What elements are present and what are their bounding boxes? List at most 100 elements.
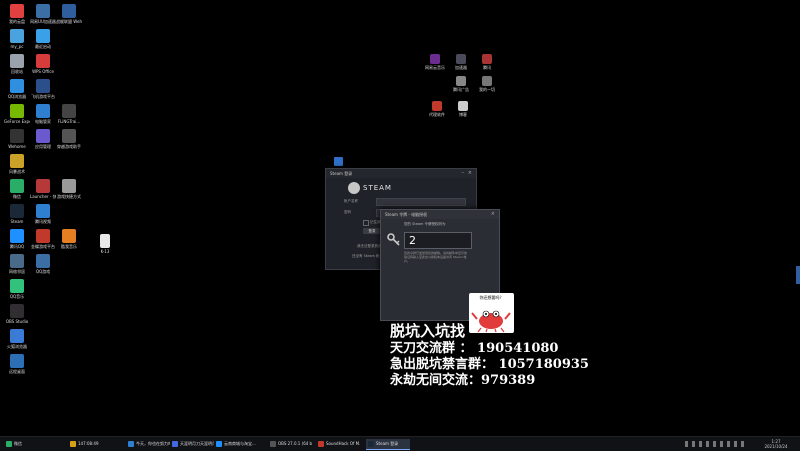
desktop-icon[interactable]: 加速器 bbox=[448, 54, 474, 70]
right-edge-handle[interactable] bbox=[796, 266, 800, 284]
desktop-icon[interactable]: my_pc bbox=[4, 29, 30, 49]
taskbar-button-label: 云南商城与淘宝... bbox=[224, 441, 256, 446]
taskbar-button[interactable]: SoundHack Of M... bbox=[316, 439, 360, 449]
desktop-icon-label: 酷我音乐 bbox=[61, 244, 77, 249]
dialog-title: Steam 令牌 - 电脑授权 bbox=[385, 212, 428, 217]
desktop-icon[interactable]: 金蝶游戏平台 bbox=[30, 229, 56, 249]
app-icon bbox=[36, 29, 50, 43]
desktop-icon-label: 我的一切 bbox=[479, 87, 495, 92]
desktop-icon[interactable]: 风暴战术 bbox=[4, 154, 30, 174]
desktop-icon[interactable]: Wehome bbox=[4, 129, 30, 149]
app-icon bbox=[36, 254, 50, 268]
start-label: 微信 bbox=[14, 441, 22, 446]
app-icon bbox=[36, 129, 50, 143]
app-icon bbox=[432, 101, 442, 111]
desktop-icon[interactable]: Steam bbox=[4, 204, 30, 224]
app-icon bbox=[172, 441, 178, 447]
desktop-icon[interactable]: 网络邻居 bbox=[4, 254, 30, 274]
app-icon bbox=[10, 279, 24, 293]
desktop-icon[interactable]: GeForce Experience bbox=[4, 104, 30, 124]
desktop-file-k13[interactable]: K-13 bbox=[92, 234, 118, 254]
desktop-icon[interactable]: QQ音乐 bbox=[4, 279, 30, 299]
desktop-icon-label: OBS Studio bbox=[5, 319, 29, 324]
steam-taskbar-floating-icon[interactable] bbox=[334, 157, 343, 166]
desktop-icon[interactable]: 火狐浏览器 bbox=[4, 329, 30, 349]
app-icon bbox=[62, 4, 76, 18]
app-icon bbox=[10, 204, 24, 218]
desktop-icon-label: 回收站 bbox=[11, 69, 23, 74]
close-icon[interactable]: × bbox=[468, 169, 472, 178]
desktop-icon[interactable]: 腾讯 bbox=[474, 54, 500, 70]
overlay-line-4: 永劫无间交流：979389 bbox=[390, 373, 536, 388]
taskbar-button[interactable]: 今天，你也在努力吗? bbox=[126, 439, 170, 449]
desktop-icon-label: 火狐浏览器 bbox=[7, 344, 27, 349]
wechat-taskbar-button[interactable]: 微信 bbox=[4, 439, 44, 449]
account-name-input[interactable] bbox=[376, 198, 466, 206]
desktop-icon[interactable]: 酷我音乐 bbox=[56, 229, 82, 249]
desktop-icon-label: Launcher - 快捷方式 bbox=[30, 194, 56, 199]
desktop-icon[interactable]: 博客 bbox=[450, 101, 476, 117]
desktop-icon[interactable]: Launcher - 快捷方式 bbox=[30, 179, 56, 199]
taskbar-button[interactable]: 天涯明月刀天涯明月... bbox=[170, 439, 214, 449]
desktop-icon[interactable]: 代理软件 bbox=[424, 101, 450, 117]
app-icon bbox=[36, 204, 50, 218]
app-icon bbox=[62, 229, 76, 243]
desktop-icon[interactable]: 我的云盘 bbox=[4, 4, 30, 24]
app-icon bbox=[482, 54, 492, 64]
desktop-icon[interactable]: 腾讯广告 bbox=[448, 76, 474, 92]
desktop-icon-label: 应用管理 bbox=[35, 144, 51, 149]
taskbar-button[interactable]: 云南商城与淘宝... bbox=[214, 439, 258, 449]
app-icon bbox=[36, 79, 50, 93]
desktop-icon[interactable]: 应用管理 bbox=[30, 129, 56, 149]
desktop-icon[interactable]: 远程桌面 bbox=[4, 354, 30, 374]
clock[interactable]: 1:27 2021/10/24 bbox=[758, 439, 794, 449]
system-tray[interactable] bbox=[685, 439, 755, 449]
minimize-icon[interactable]: – bbox=[462, 169, 465, 178]
desktop-icon-label: 飞机游戏平台 bbox=[31, 94, 55, 99]
app-icon bbox=[368, 441, 374, 447]
desktop-icon[interactable]: 穿越游戏助手 bbox=[56, 129, 82, 149]
remember-checkbox[interactable] bbox=[363, 220, 369, 226]
guard-subtitle: 您的 Steam 令牌授权码为 bbox=[404, 222, 446, 226]
desktop-icon[interactable]: QQ游戏 bbox=[30, 254, 56, 274]
desktop-icon-label: 网易UU加速器 bbox=[30, 19, 56, 24]
taskbar-button[interactable]: Steam 登录 bbox=[366, 439, 410, 450]
login-button[interactable]: 登录 bbox=[363, 228, 381, 234]
desktop-icon[interactable]: 微信 bbox=[4, 179, 30, 199]
app-icon bbox=[270, 441, 276, 447]
desktop-icon[interactable]: WPS Office bbox=[30, 54, 56, 74]
app-icon bbox=[10, 229, 24, 243]
desktop-icon[interactable]: 最近启动 bbox=[30, 29, 56, 49]
app-icon bbox=[36, 54, 50, 68]
app-icon bbox=[456, 76, 466, 86]
app-icon bbox=[10, 329, 24, 343]
close-icon[interactable]: × bbox=[491, 210, 495, 219]
desktop-icon[interactable]: 我的一切 bbox=[474, 76, 500, 92]
desktop-icon[interactable]: QQ浏览器 bbox=[4, 79, 30, 99]
desktop-icon[interactable]: 飞机游戏平台 bbox=[30, 79, 56, 99]
desktop-icon[interactable]: 游戏快捷方式 bbox=[56, 179, 82, 199]
desktop-icon-label: 加速器 bbox=[455, 65, 467, 70]
desktop-icon[interactable]: 电脑管家 bbox=[30, 104, 56, 124]
desktop-icon[interactable]: 腾讯QQ bbox=[4, 229, 30, 249]
auth-code-input[interactable]: 2 bbox=[404, 232, 472, 249]
desktop-icon-label: 最近启动 bbox=[35, 44, 51, 49]
desktop-icon-label: 金蝶游戏平台 bbox=[31, 244, 55, 249]
taskbar-button[interactable]: OBS 27.0.1 (64 bit)... bbox=[268, 439, 312, 449]
steam-login-titlebar[interactable]: Steam 登录 – × bbox=[326, 169, 476, 178]
desktop-icon-label: Wehome bbox=[8, 144, 26, 149]
desktop-icon[interactable]: 腾讯视频 bbox=[30, 204, 56, 224]
app-icon bbox=[10, 54, 24, 68]
desktop-icon[interactable]: 战舰联盟 Wehome bbox=[56, 4, 82, 24]
desktop-icon-label: 战舰联盟 Wehome bbox=[56, 19, 82, 24]
app-icon bbox=[10, 254, 24, 268]
steam-guard-titlebar[interactable]: Steam 令牌 - 电脑授权 × bbox=[381, 210, 499, 219]
desktop-icon[interactable]: OBS Studio bbox=[4, 304, 30, 324]
desktop-icon[interactable]: 回收站 bbox=[4, 54, 30, 74]
desktop-icon[interactable]: FLiNGTrai... bbox=[56, 104, 82, 124]
taskbar-button[interactable]: 147:08:49 bbox=[68, 439, 120, 449]
desktop-icon-label: 穿越游戏助手 bbox=[57, 144, 81, 149]
desktop-icon[interactable]: 网易UU加速器 bbox=[30, 4, 56, 24]
password-label: 密码 bbox=[344, 210, 351, 214]
desktop-icon[interactable]: 网易云音乐 bbox=[422, 54, 448, 70]
